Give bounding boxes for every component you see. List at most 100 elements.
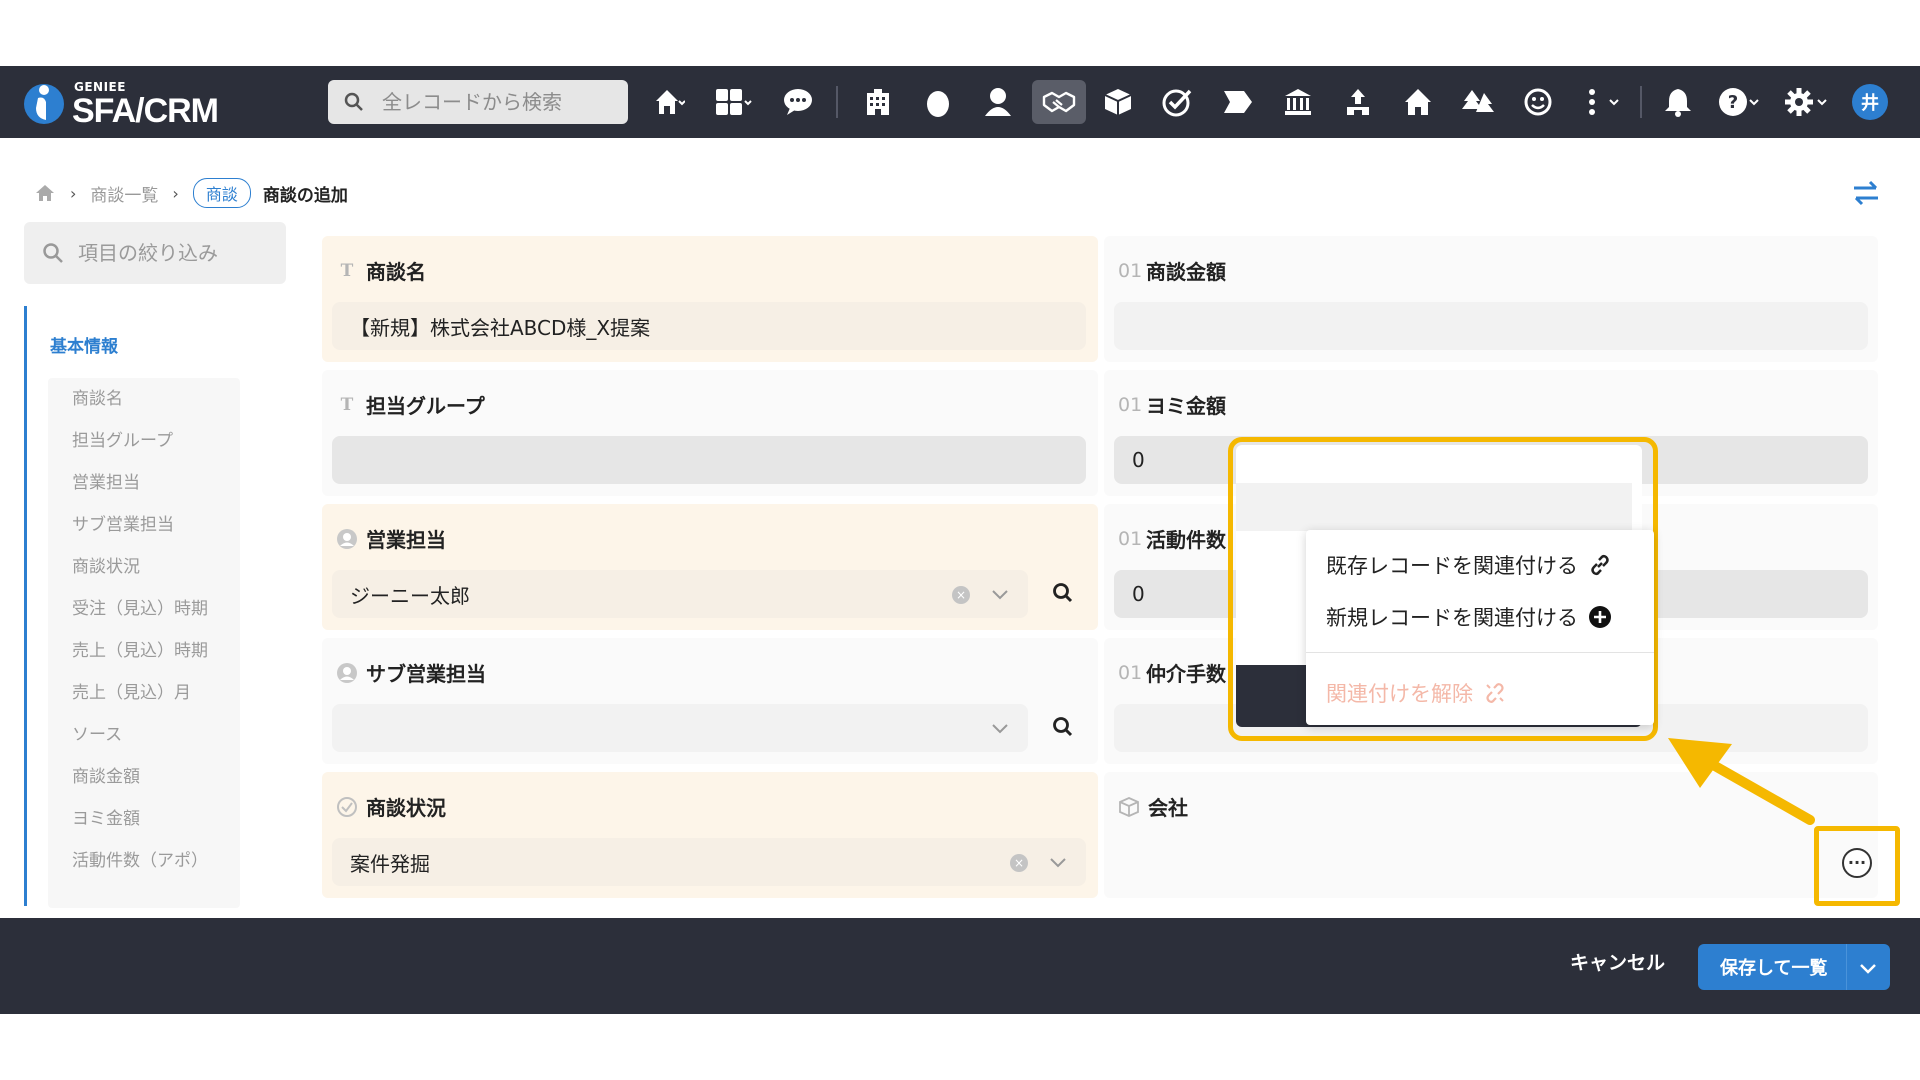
field-list-item[interactable]: ソース <box>48 714 240 756</box>
commission-label: 仲介手数 <box>1146 662 1226 686</box>
sales-rep-label-row: 営業担当 <box>336 524 446 553</box>
nav-products[interactable] <box>1096 80 1140 124</box>
nav-contacts[interactable] <box>976 80 1020 124</box>
chevron-down-icon[interactable] <box>1856 956 1880 980</box>
field-list-item[interactable]: 担当グループ <box>48 420 240 462</box>
link-icon <box>1591 554 1609 576</box>
commission-label-row: 01 仲介手数 <box>1118 658 1226 687</box>
field-filter-input[interactable] <box>78 238 268 268</box>
user-avatar[interactable]: 井 <box>1852 84 1888 120</box>
nav-home[interactable] <box>644 80 694 124</box>
text-type-icon: T <box>340 394 354 415</box>
app-logo[interactable]: GENIEE SFA/CRM <box>22 78 222 130</box>
more-horizontal-icon: ··· <box>1847 853 1867 872</box>
chevron-down-icon[interactable] <box>1046 850 1070 874</box>
menu-link-new[interactable]: 新規レコードを関連付ける <box>1326 602 1612 632</box>
chevron-right-icon: › <box>172 183 179 203</box>
menu-unlink-label: 関連付けを解除 <box>1326 682 1473 706</box>
nav-todos[interactable] <box>1156 80 1200 124</box>
nav-smile[interactable] <box>1516 80 1560 124</box>
nav-apps[interactable] <box>708 80 760 124</box>
field-list-item[interactable]: 営業担当 <box>48 462 240 504</box>
nav-more[interactable] <box>1576 80 1628 124</box>
nav-org[interactable] <box>1336 80 1380 124</box>
bell-icon <box>1665 89 1691 117</box>
group-label-row: T 担当グループ <box>336 390 485 419</box>
chevron-right-icon: › <box>70 183 77 203</box>
number-type-icon: 01 <box>1118 661 1143 684</box>
field-list-item[interactable]: 受注（見込）時期 <box>48 588 240 630</box>
user-icon <box>337 662 357 683</box>
search-icon[interactable] <box>1050 580 1076 606</box>
field-list-item[interactable]: 売上（見込）月 <box>48 672 240 714</box>
nav-bank[interactable] <box>1276 80 1320 124</box>
home-icon <box>656 90 685 114</box>
breadcrumb-object-pill[interactable]: 商談 <box>192 178 251 208</box>
nav-companies[interactable] <box>856 80 900 124</box>
forecast-label-row: 01 ヨミ金額 <box>1118 390 1226 419</box>
button-divider <box>1846 944 1847 990</box>
text-type-icon: T <box>340 260 354 281</box>
field-list-item[interactable]: 売上（見込）時期 <box>48 630 240 672</box>
notifications-button[interactable] <box>1656 80 1700 124</box>
plus-circle-icon <box>1589 606 1611 628</box>
menu-link-new-label: 新規レコードを関連付ける <box>1326 606 1578 630</box>
chevron-down-icon[interactable] <box>988 716 1012 740</box>
clear-icon[interactable]: × <box>1010 854 1028 872</box>
related-record-menu: 既存レコードを関連付ける 新規レコードを関連付ける 関連付けを解除 <box>1306 530 1654 725</box>
sales-rep-select[interactable]: ジーニー太郎 × <box>332 570 1028 618</box>
amount-label: 商談金額 <box>1146 260 1226 284</box>
global-search[interactable] <box>328 80 628 124</box>
activity-label: 活動件数 <box>1146 528 1226 552</box>
field-list-item[interactable]: 活動件数（アポ） <box>48 840 240 882</box>
cancel-button[interactable]: キャンセル <box>1570 948 1665 975</box>
deal-name-card: T 商談名 【新規】株式会社ABCD様_X提案 <box>322 236 1098 362</box>
deal-name-label: 商談名 <box>366 260 426 284</box>
chevron-down-icon[interactable] <box>988 582 1012 606</box>
nav-house[interactable] <box>1396 80 1440 124</box>
field-list-item[interactable]: 商談金額 <box>48 756 240 798</box>
nav-leads[interactable] <box>916 80 960 124</box>
page-title: 商談の追加 <box>262 185 348 206</box>
help-button[interactable]: ? <box>1712 80 1766 124</box>
field-list-item[interactable]: 商談状況 <box>48 546 240 588</box>
field-filter[interactable] <box>24 222 286 284</box>
amount-input[interactable] <box>1114 302 1868 350</box>
breadcrumb-deal-list[interactable]: 商談一覧 <box>90 181 158 206</box>
nav-campaigns[interactable] <box>1216 80 1260 124</box>
top-navigation-bar: GENIEE SFA/CRM 全レコードから検索 ? 井 <box>0 66 1920 138</box>
status-select[interactable]: 案件発掘 × <box>332 838 1086 886</box>
tree-icon <box>1462 90 1494 112</box>
forecast-label: ヨミ金額 <box>1146 394 1226 418</box>
settings-button[interactable] <box>1778 80 1834 124</box>
home-icon[interactable] <box>34 182 56 204</box>
search-icon[interactable] <box>1050 714 1076 740</box>
menu-unlink[interactable]: 関連付けを解除 <box>1326 678 1507 708</box>
group-label: 担当グループ <box>366 394 485 418</box>
menu-link-existing[interactable]: 既存レコードを関連付ける <box>1326 550 1612 580</box>
field-list-item[interactable]: 商談名 <box>48 378 240 420</box>
nav-separator <box>1640 86 1642 118</box>
sub-sales-rep-label: サブ営業担当 <box>366 662 486 686</box>
amount-card: 01 商談金額 <box>1104 236 1878 362</box>
deal-name-input[interactable]: 【新規】株式会社ABCD様_X提案 <box>332 302 1086 350</box>
logo-mark-icon <box>24 84 64 124</box>
sub-sales-rep-select[interactable] <box>332 704 1028 752</box>
nav-tree[interactable] <box>1456 80 1500 124</box>
save-and-list-button[interactable]: 保存して一覧 <box>1698 944 1890 990</box>
clear-icon[interactable]: × <box>952 586 970 604</box>
nav-chat[interactable] <box>776 80 820 124</box>
global-search-input[interactable] <box>382 89 602 115</box>
swap-layout-icon[interactable] <box>1850 178 1882 208</box>
menu-link-existing-label: 既存レコードを関連付ける <box>1326 554 1578 578</box>
group-input[interactable] <box>332 436 1086 484</box>
section-title[interactable]: 基本情報 <box>50 332 118 357</box>
more-options-button[interactable]: ··· <box>1842 848 1872 878</box>
field-list-item[interactable]: ヨミ金額 <box>48 798 240 840</box>
handshake-icon <box>1042 91 1076 113</box>
field-list-item[interactable]: サブ営業担当 <box>48 504 240 546</box>
person-icon <box>985 88 1011 116</box>
search-icon <box>344 92 363 111</box>
more-vertical-icon <box>1589 89 1619 115</box>
nav-deals[interactable] <box>1032 80 1086 124</box>
